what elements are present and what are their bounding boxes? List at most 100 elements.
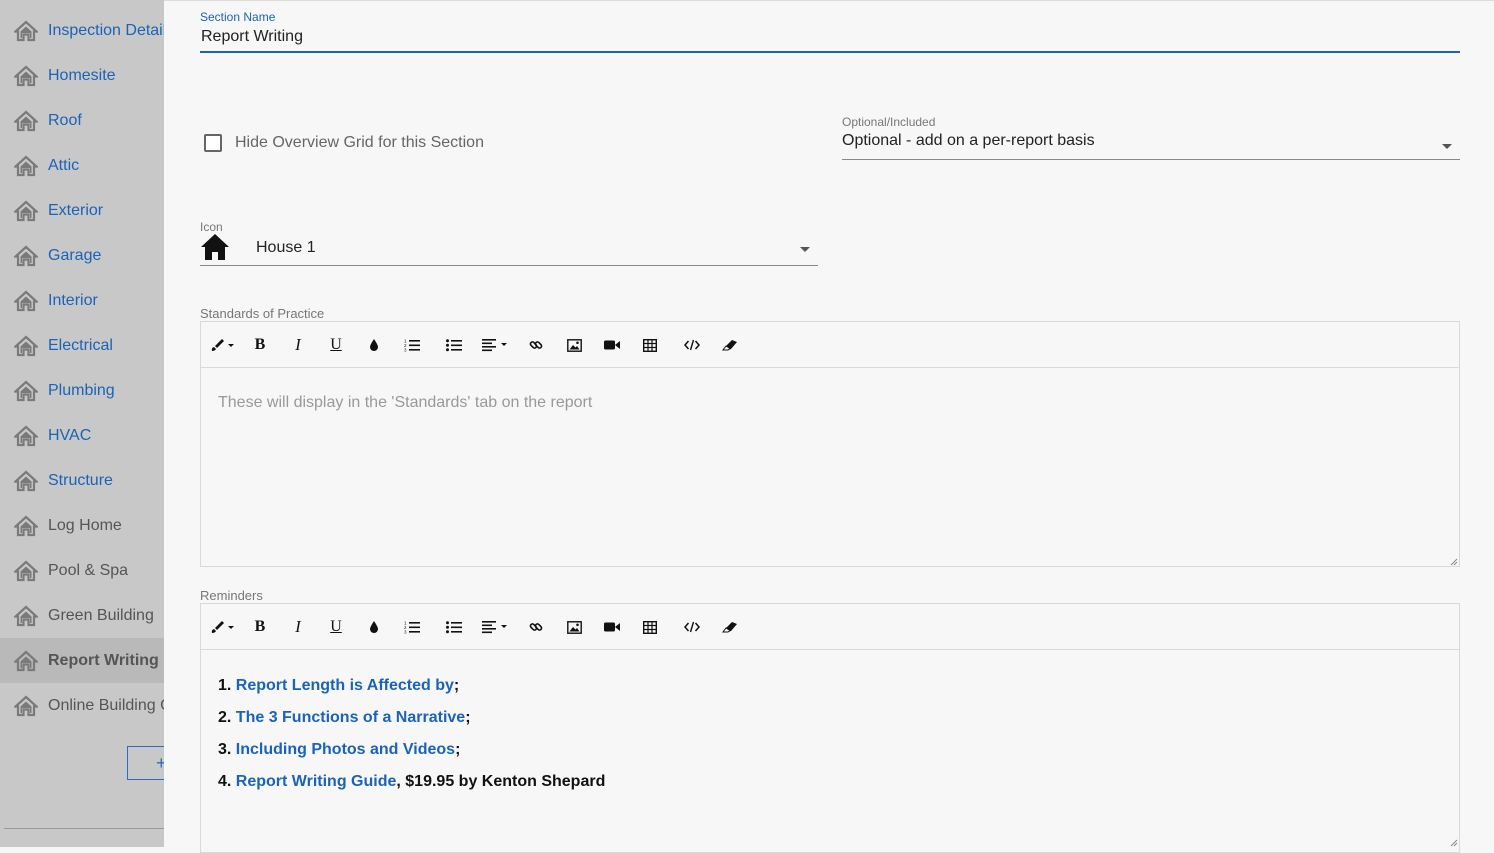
optional-included-value: Optional - add on a per-report basis (842, 132, 1095, 149)
sidebar-item-label: Online Building Codes (48, 696, 164, 714)
house-icon (12, 649, 40, 673)
table-icon[interactable] (639, 616, 661, 638)
unordered-list-icon[interactable] (443, 616, 465, 638)
sidebar-item-inspection-details[interactable]: Inspection Details (0, 8, 164, 53)
sidebar-item-online-building-codes[interactable]: Online Building Codes (0, 683, 164, 728)
sidebar-item-label: Garage (48, 246, 102, 264)
house-icon (12, 469, 40, 493)
sidebar-divider (4, 828, 164, 829)
house-icon (12, 424, 40, 448)
bold-icon[interactable]: B (249, 334, 271, 356)
image-icon[interactable] (563, 334, 585, 356)
icon-select-value: House 1 (256, 239, 316, 256)
sidebar-item-label: Log Home (48, 516, 122, 534)
house-icon (12, 154, 40, 178)
video-icon[interactable] (601, 334, 623, 356)
chevron-down-icon (800, 247, 810, 252)
sidebar-item-label: Pool & Spa (48, 561, 129, 579)
unordered-list-icon[interactable] (443, 334, 465, 356)
reminder-link[interactable]: Report Writing Guide (236, 773, 397, 790)
align-icon[interactable] (481, 616, 511, 638)
reminder-link[interactable]: The 3 Functions of a Narrative (236, 709, 465, 726)
reminder-item: 3. Including Photos and Videos; (218, 736, 605, 768)
reminders-list: 1. Report Length is Affected by; 2. The 3… (218, 672, 605, 800)
sidebar: Inspection Details Homesite Roof Attic Exter… (0, 0, 164, 847)
reminders-editor-body[interactable]: 1. Report Length is Affected by; 2. The 3… (201, 650, 1459, 853)
sidebar-item-label: Report Writing (48, 651, 159, 669)
eraser-icon[interactable] (719, 334, 741, 356)
section-editor-form: Section Name Hide Overview Grid for this… (164, 0, 1494, 853)
italic-icon[interactable]: I (287, 334, 309, 356)
sidebar-item-label: Exterior (48, 201, 104, 219)
editor-toolbar: BIU 123 (201, 604, 1459, 650)
reminders-label: Reminders (200, 588, 263, 603)
italic-icon[interactable]: I (287, 616, 309, 638)
ordered-list-icon[interactable]: 123 (401, 616, 423, 638)
style-brush-icon[interactable] (209, 616, 237, 638)
sidebar-item-exterior[interactable]: Exterior (0, 188, 164, 233)
table-icon[interactable] (639, 334, 661, 356)
color-drop-icon[interactable] (363, 616, 385, 638)
optional-included-select[interactable]: Optional - add on a per-report basis (842, 132, 1460, 160)
reminder-suffix: ; (453, 677, 460, 694)
sidebar-item-pool-spa[interactable]: Pool & Spa (0, 548, 164, 593)
sidebar-item-homesite[interactable]: Homesite (0, 53, 164, 98)
house-icon (12, 109, 40, 133)
house-icon (12, 559, 40, 583)
sidebar-item-report-writing[interactable]: Report Writing (0, 638, 164, 683)
sidebar-item-label: Inspection Details (48, 21, 164, 39)
video-icon[interactable] (601, 616, 623, 638)
sidebar-item-electrical[interactable]: Electrical (0, 323, 164, 368)
reminder-item: 2. The 3 Functions of a Narrative; (218, 704, 605, 736)
reminder-link[interactable]: Including Photos and Videos (236, 741, 455, 758)
style-brush-icon[interactable] (209, 334, 237, 356)
sidebar-item-label: Structure (48, 471, 113, 489)
sidebar-item-hvac[interactable]: HVAC (0, 413, 164, 458)
link-icon[interactable] (525, 334, 547, 356)
icon-select[interactable]: House 1 (200, 233, 818, 266)
link-icon[interactable] (525, 616, 547, 638)
reminders-editor: BIU123 1. Report Length is Affected by; 2… (200, 603, 1460, 853)
align-icon[interactable] (481, 334, 511, 356)
sidebar-item-label: Plumbing (48, 381, 115, 399)
house-icon (12, 604, 40, 628)
house-icon (12, 289, 40, 313)
hide-overview-grid-checkbox[interactable]: Hide Overview Grid for this Section (204, 134, 484, 152)
color-drop-icon[interactable] (363, 334, 385, 356)
underline-icon[interactable]: U (325, 334, 347, 356)
add-section-button[interactable]: + (127, 746, 164, 780)
reminder-link[interactable]: Report Length is Affected by (236, 677, 454, 694)
eraser-icon[interactable] (719, 616, 741, 638)
sidebar-item-label: Green Building (48, 606, 154, 624)
reminder-number: 2. (218, 709, 232, 726)
chevron-down-icon (1442, 143, 1452, 149)
reminder-item: 4. Report Writing Guide, $19.95 by Kento… (218, 768, 605, 800)
underline-icon[interactable]: U (325, 616, 347, 638)
ordered-list-icon[interactable]: 123 (401, 334, 423, 356)
standards-editor: BIU 123 These will display in the 'Standa… (200, 321, 1460, 567)
sidebar-item-attic[interactable]: Attic (0, 143, 164, 188)
checkbox-box[interactable] (204, 134, 222, 152)
sidebar-item-garage[interactable]: Garage (0, 233, 164, 278)
sidebar-item-interior[interactable]: Interior (0, 278, 164, 323)
sidebar-item-roof[interactable]: Roof (0, 98, 164, 143)
hide-overview-grid-label: Hide Overview Grid for this Section (235, 134, 484, 151)
sidebar-item-plumbing[interactable]: Plumbing (0, 368, 164, 413)
code-view-icon[interactable] (681, 616, 703, 638)
resize-handle-icon[interactable] (1450, 839, 1458, 847)
section-name-input[interactable] (200, 23, 1460, 53)
svg-text:3: 3 (404, 348, 407, 353)
house-icon (12, 694, 40, 718)
bold-icon[interactable]: B (249, 616, 271, 638)
reminder-item: 1. Report Length is Affected by; (218, 672, 605, 704)
reminder-suffix: , $19.95 by Kenton Shepard (396, 773, 606, 790)
code-view-icon[interactable] (681, 334, 703, 356)
sidebar-item-log-home[interactable]: Log Home (0, 503, 164, 548)
reminder-number: 4. (218, 773, 232, 790)
reminder-suffix: ; (455, 741, 461, 758)
sidebar-item-structure[interactable]: Structure (0, 458, 164, 503)
image-icon[interactable] (563, 616, 585, 638)
standards-editor-body[interactable]: These will display in the 'Standards' ta… (201, 368, 1459, 567)
sidebar-item-green-building[interactable]: Green Building (0, 593, 164, 638)
resize-handle-icon[interactable] (1450, 558, 1458, 566)
